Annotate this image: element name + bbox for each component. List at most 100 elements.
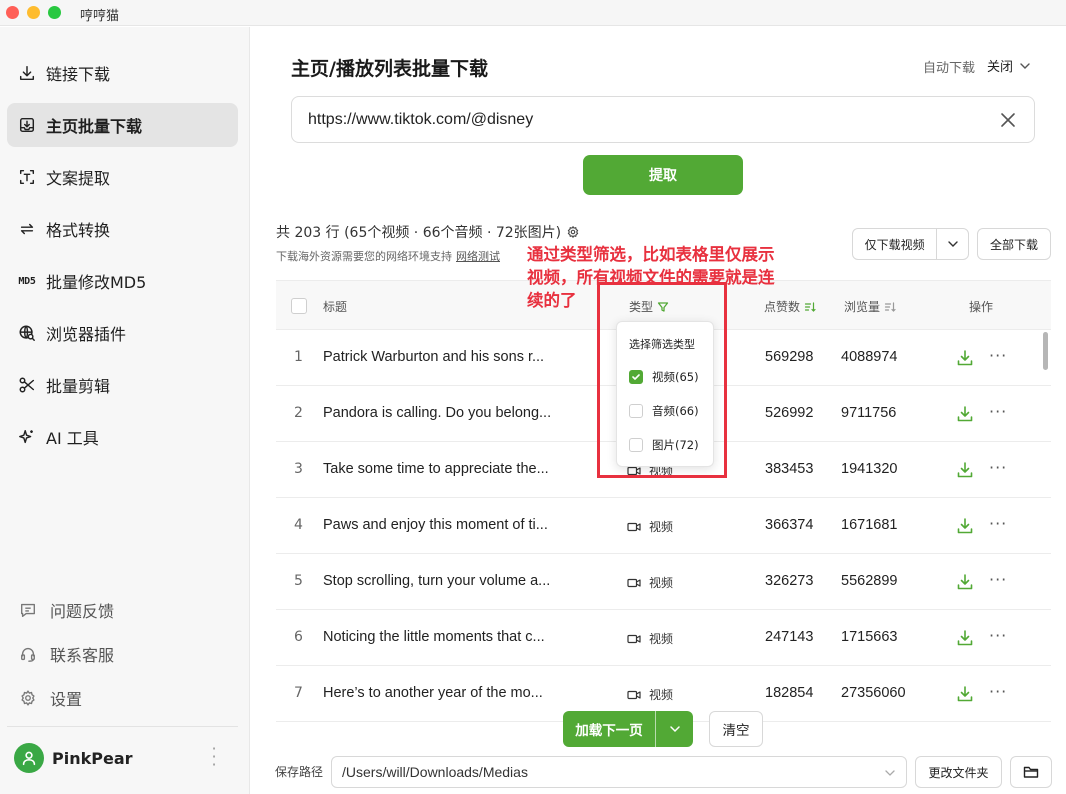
sidebar-footer-label: 问题反馈: [50, 602, 115, 621]
only-video-download-button[interactable]: 仅下载视频: [852, 228, 969, 260]
row-title: Noticing the little moments that c...: [323, 629, 545, 645]
row-download-icon[interactable]: [956, 517, 974, 535]
page-title: 主页/播放列表批量下载: [291, 58, 488, 80]
folder-icon: [1023, 766, 1039, 778]
row-summary: 共 203 行 (65个视频 · 66个音频 · 72张图片): [276, 225, 562, 241]
open-folder-button[interactable]: [1010, 756, 1052, 788]
row-download-icon[interactable]: [956, 573, 974, 591]
network-note: 下载海外资源需要您的网络环境支持 网络测试: [276, 248, 500, 264]
sidebar-footer-support[interactable]: 联系客服: [18, 639, 114, 669]
row-number: 2: [294, 405, 303, 421]
chevron-down-icon: [669, 726, 680, 733]
save-path-select[interactable]: /Users/will/Downloads/Medias: [331, 756, 907, 788]
row-views: 1715663: [841, 629, 898, 645]
row-title: Pandora is calling. Do you belong...: [323, 405, 552, 421]
row-number: 1: [294, 349, 303, 365]
change-folder-button[interactable]: 更改文件夹: [915, 756, 1002, 788]
sort-icon: [884, 301, 896, 312]
sidebar-item-ai-tools[interactable]: AI 工具: [7, 415, 238, 459]
only-video-dropdown[interactable]: [937, 229, 968, 259]
close-window-button[interactable]: [6, 6, 19, 19]
row-type-label: 视频: [649, 632, 674, 646]
row-more-icon[interactable]: ···: [989, 570, 1007, 589]
row-views: 5562899: [841, 573, 898, 589]
row-likes: 383453: [765, 461, 814, 477]
clear-url-icon[interactable]: [998, 110, 1018, 130]
gear-icon: [18, 688, 38, 708]
row-views: 27356060: [841, 685, 906, 701]
row-type: 视频: [627, 630, 673, 647]
load-next-label[interactable]: 加载下一页: [563, 711, 656, 747]
annotation-line: 通过类型筛选，比如表格里仅展示: [527, 245, 775, 264]
row-likes: 247143: [765, 629, 814, 645]
user-profile[interactable]: PinkPear: [14, 743, 133, 773]
sidebar-footer-feedback[interactable]: 问题反馈: [18, 595, 114, 625]
only-video-label[interactable]: 仅下载视频: [853, 229, 938, 259]
video-camera-icon: [627, 688, 649, 702]
extract-button[interactable]: 提取: [583, 155, 743, 195]
video-camera-icon: [627, 576, 649, 590]
row-likes: 569298: [765, 349, 814, 365]
load-next-dropdown[interactable]: [656, 711, 693, 747]
row-download-icon[interactable]: [956, 685, 974, 703]
sidebar-item-label: 文案提取: [46, 169, 111, 188]
sidebar-item-browser-plugin[interactable]: 浏览器插件: [7, 311, 238, 355]
row-likes: 182854: [765, 685, 814, 701]
table-row[interactable]: 6 Noticing the little moments that c... 视频…: [276, 610, 1051, 666]
row-download-icon[interactable]: [956, 405, 974, 423]
row-more-icon[interactable]: ···: [989, 626, 1007, 645]
download-all-button[interactable]: 全部下载: [977, 228, 1051, 260]
row-type-label: 视频: [649, 688, 674, 702]
sidebar-item-text-extract[interactable]: 文案提取: [7, 155, 238, 199]
row-number: 7: [294, 685, 303, 701]
title-bar: 哼哼猫: [0, 0, 1066, 26]
sparkle-icon: [17, 427, 37, 447]
sidebar-item-link-download[interactable]: 链接下载: [7, 51, 238, 95]
row-more-icon[interactable]: ···: [989, 458, 1007, 477]
auto-download-select[interactable]: 关闭: [987, 56, 1031, 75]
headset-icon: [18, 644, 38, 664]
load-next-page-button[interactable]: 加载下一页: [563, 711, 693, 747]
minimize-window-button[interactable]: [27, 6, 40, 19]
row-more-icon[interactable]: ···: [989, 514, 1007, 533]
sidebar-item-batch-edit[interactable]: 批量剪辑: [7, 363, 238, 407]
network-note-text: 下载海外资源需要您的网络环境支持: [276, 250, 452, 263]
row-more-icon[interactable]: ···: [989, 346, 1007, 365]
row-more-icon[interactable]: ···: [989, 682, 1007, 701]
row-number: 3: [294, 461, 303, 477]
table-scrollbar[interactable]: [1043, 332, 1048, 370]
sidebar-divider: [7, 726, 238, 727]
col-views[interactable]: 浏览量: [844, 298, 896, 315]
globe-search-icon: [17, 323, 37, 343]
sidebar-item-format-convert[interactable]: 格式转换: [7, 207, 238, 251]
row-download-icon[interactable]: [956, 629, 974, 647]
sidebar-footer-settings[interactable]: 设置: [18, 683, 82, 713]
table-row[interactable]: 5 Stop scrolling, turn your volume a... 视频…: [276, 554, 1051, 610]
sidebar: 链接下载 主页批量下载 文案提取 格式转换 MD5 批量修改MD5 浏览器插件 …: [0, 27, 250, 794]
sidebar-item-label: 链接下载: [46, 65, 111, 84]
select-all-checkbox[interactable]: [291, 298, 307, 314]
save-path-value: /Users/will/Downloads/Medias: [342, 764, 528, 780]
row-download-icon[interactable]: [956, 349, 974, 367]
sidebar-item-md5[interactable]: MD5 批量修改MD5: [7, 259, 238, 303]
row-number: 5: [294, 573, 303, 589]
video-camera-icon: [627, 520, 649, 534]
url-field[interactable]: [291, 96, 1035, 143]
avatar: [14, 743, 44, 773]
row-download-icon[interactable]: [956, 461, 974, 479]
row-likes: 326273: [765, 573, 814, 589]
sidebar-item-label: 批量剪辑: [46, 377, 111, 396]
sidebar-item-label: 浏览器插件: [46, 325, 127, 344]
table-row[interactable]: 4 Paws and enjoy this moment of ti... 视频 36…: [276, 498, 1051, 554]
user-more-icon[interactable]: · · ·: [206, 741, 222, 773]
chevron-down-icon: [947, 241, 958, 247]
url-input[interactable]: [308, 109, 968, 131]
row-more-icon[interactable]: ···: [989, 402, 1007, 421]
download-icon: [17, 63, 37, 83]
settings-gear-icon[interactable]: [566, 225, 580, 239]
zoom-window-button[interactable]: [48, 6, 61, 19]
network-test-link[interactable]: 网络测试: [456, 250, 500, 263]
clear-button[interactable]: 清空: [709, 711, 763, 747]
row-number: 6: [294, 629, 303, 645]
sidebar-item-homepage-batch[interactable]: 主页批量下载: [7, 103, 238, 147]
